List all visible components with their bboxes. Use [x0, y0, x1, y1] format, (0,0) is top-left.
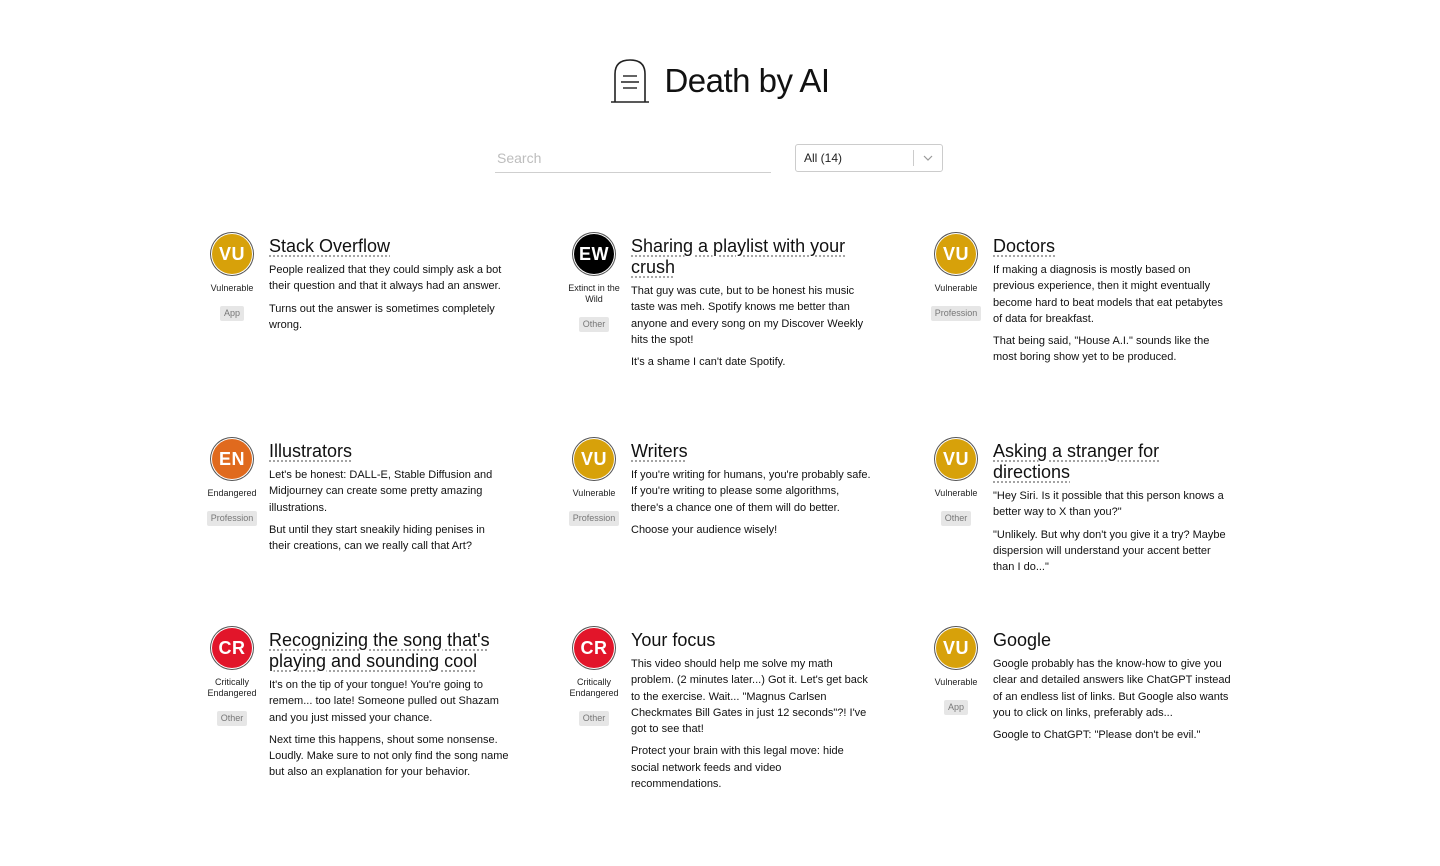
status-badge: VU — [574, 439, 614, 479]
status-abbreviation: VU — [942, 243, 969, 264]
card-status-column: CR Critically Endangered Other — [207, 626, 257, 726]
card-body: Your focus This video should help me sol… — [631, 626, 871, 798]
status-label: Vulnerable — [210, 283, 254, 293]
card-description: Protect your brain with this legal move:… — [631, 745, 844, 791]
status-label: Vulnerable — [934, 283, 978, 293]
card-title-link[interactable]: Writers — [631, 441, 688, 461]
card-body: Writers If you're writing for humans, yo… — [631, 437, 871, 544]
card-body: Doctors If making a diagnosis is mostly … — [993, 232, 1233, 372]
card-description: People realized that they could simply a… — [269, 264, 502, 293]
card-title-link[interactable]: Sharing a playlist with your crush — [631, 236, 845, 277]
card-description: Let's be honest: DALL-E, Stable Diffusio… — [269, 469, 493, 514]
status-badge: VU — [936, 234, 976, 274]
status-abbreviation: CR — [218, 637, 246, 658]
card-description: It's on the tip of your tongue! You're g… — [269, 679, 499, 724]
card-status-column: VU Vulnerable Other — [931, 437, 981, 526]
search-input[interactable] — [495, 144, 775, 172]
status-badge: VU — [936, 628, 976, 668]
card-body: Stack Overflow People realized that they… — [269, 232, 509, 339]
status-label: Critically Endangered — [569, 677, 619, 698]
card-status-column: EW Extinct in the Wild Other — [568, 232, 620, 332]
card-description: That being said, "House A.I." sounds lik… — [993, 335, 1210, 364]
card-title-link[interactable]: Recognizing the song that's playing and … — [269, 630, 490, 671]
card-title-link[interactable]: Doctors — [993, 236, 1055, 256]
status-label: Extinct in the Wild — [568, 283, 620, 304]
card-description: If you're writing for humans, you're pro… — [631, 469, 871, 514]
category-tag[interactable]: Other — [940, 511, 972, 526]
card-status-column: VU Vulnerable App — [207, 232, 257, 321]
card-status-column: VU Vulnerable Profession — [930, 232, 982, 321]
card-title-link[interactable]: Your focus — [631, 630, 715, 650]
card-description: Choose your audience wisely! — [631, 523, 778, 536]
status-abbreviation: VU — [942, 637, 969, 658]
status-badge: VU — [212, 234, 252, 274]
status-abbreviation: EN — [218, 448, 245, 469]
card-title-link[interactable]: Asking a stranger for directions — [993, 441, 1159, 482]
chevron-down-icon[interactable] — [914, 155, 942, 161]
category-tag[interactable]: Profession — [206, 511, 258, 526]
card-description: Google probably has the know-how to give… — [993, 658, 1231, 719]
status-abbreviation: EW — [579, 243, 609, 264]
tombstone-icon — [611, 59, 650, 103]
site-header: Death by AI — [0, 58, 1440, 104]
status-badge: VU — [936, 439, 976, 479]
status-abbreviation: VU — [218, 243, 245, 264]
category-tag[interactable]: Other — [578, 317, 610, 332]
status-label: Vulnerable — [934, 488, 978, 498]
status-badge: CR — [212, 628, 252, 668]
filter-selected-value: All (14) — [804, 151, 843, 165]
site-title: Death by AI — [664, 62, 830, 99]
category-filter-select[interactable]: All (14) — [795, 144, 943, 172]
search-box — [495, 144, 775, 173]
card-description: But until they start sneakily hiding pen… — [269, 523, 485, 553]
card-description: It's a shame I can't date Spotify. — [631, 356, 786, 369]
status-label: Critically Endangered — [207, 677, 257, 698]
card-body: Recognizing the song that's playing and … — [269, 626, 509, 787]
card-status-column: CR Critically Endangered Other — [569, 626, 619, 726]
card-description: Turns out the answer is sometimes comple… — [269, 302, 495, 331]
card-status-column: VU Vulnerable Profession — [568, 437, 620, 526]
status-label: Vulnerable — [572, 488, 616, 498]
card-description: "Unlikely. But why don't you give it a t… — [993, 528, 1226, 574]
category-tag[interactable]: App — [219, 306, 244, 321]
category-tag[interactable]: Profession — [568, 511, 620, 526]
status-badge: CR — [574, 628, 614, 668]
card-description: Next time this happens, shout some nonse… — [269, 733, 509, 779]
card-description: Google to ChatGPT: "Please don't be evil… — [993, 729, 1201, 742]
card-status-column: VU Vulnerable App — [931, 626, 981, 715]
status-badge: EN — [212, 439, 252, 479]
status-badge: EW — [574, 234, 614, 274]
category-tag[interactable]: App — [943, 700, 968, 715]
card-title-link[interactable]: Google — [993, 630, 1051, 650]
status-label: Vulnerable — [934, 677, 978, 687]
status-abbreviation: CR — [580, 637, 608, 658]
card-status-column: EN Endangered Profession — [206, 437, 258, 526]
status-label: Endangered — [207, 488, 257, 498]
status-abbreviation: VU — [942, 448, 969, 469]
status-abbreviation: VU — [580, 448, 607, 469]
card-body: Google Google probably has the know-how … — [993, 626, 1233, 749]
category-tag[interactable]: Other — [216, 711, 248, 726]
card-body: Sharing a playlist with your crush That … — [631, 232, 871, 376]
card-body: Illustrators Let's be honest: DALL-E, St… — [269, 437, 509, 560]
card-description: If making a diagnosis is mostly based on… — [993, 264, 1223, 325]
card-description: This video should help me solve my math … — [631, 658, 868, 736]
card-description: That guy was cute, but to be honest his … — [631, 285, 864, 346]
card-title-link[interactable]: Stack Overflow — [269, 236, 390, 256]
card-title-link[interactable]: Illustrators — [269, 441, 352, 461]
card-description: "Hey Siri. Is it possible that this pers… — [993, 490, 1224, 519]
category-tag[interactable]: Other — [578, 711, 610, 726]
category-tag[interactable]: Profession — [930, 306, 982, 321]
card-body: Asking a stranger for directions "Hey Si… — [993, 437, 1233, 581]
